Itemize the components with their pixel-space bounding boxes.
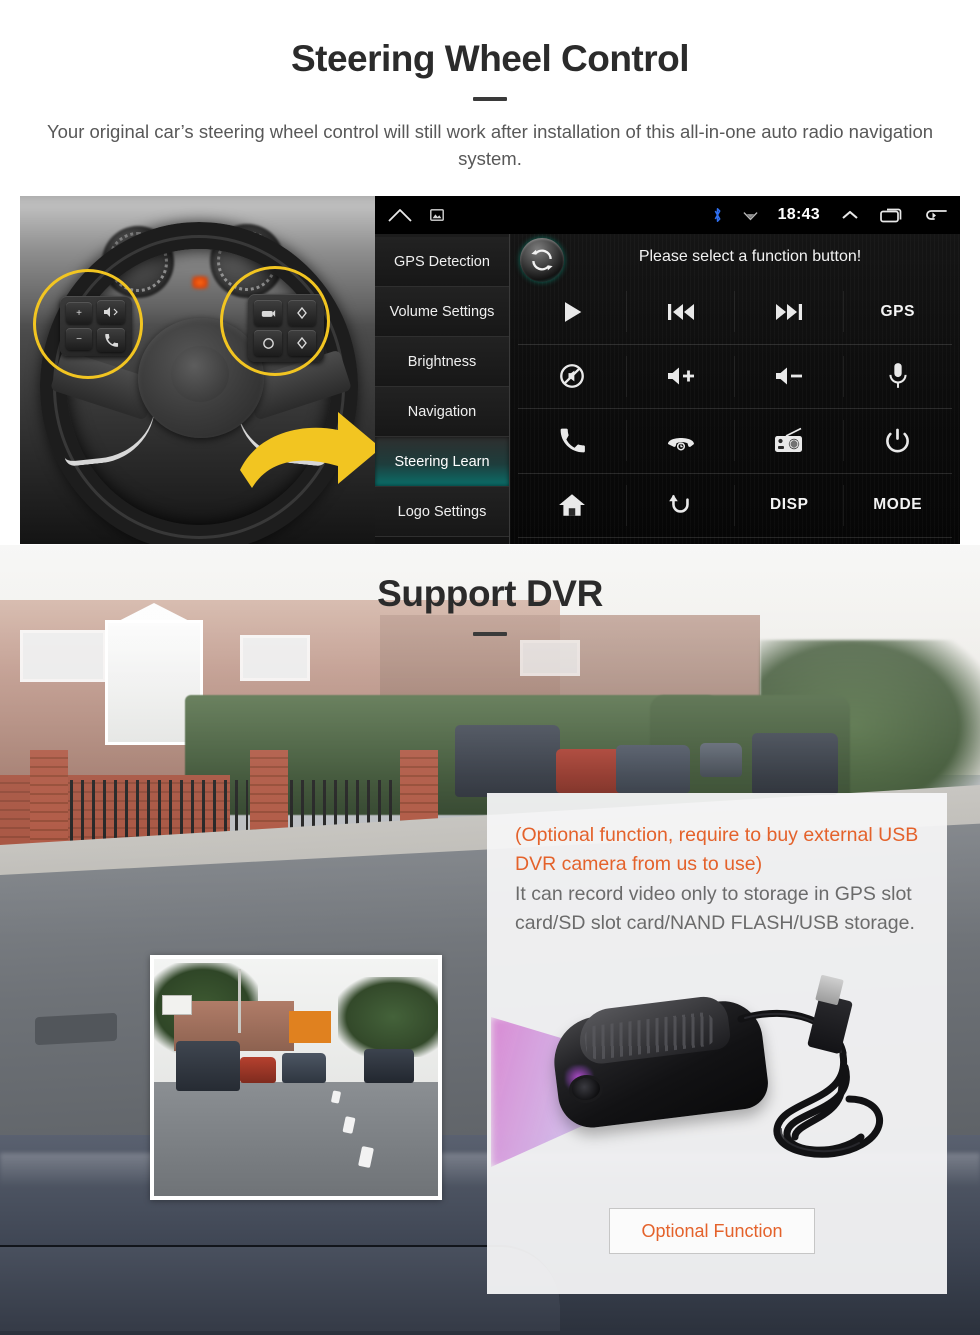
gps-label: GPS [880,302,916,320]
function-button-phone-hangup[interactable] [626,409,735,474]
steering-learn-panel: Please select a function button! GPS DIS… [510,234,960,544]
mode-label: MODE [873,496,923,514]
dashboard-lower-panel [0,1245,560,1331]
panel-prompt: Please select a function button! [638,248,862,265]
function-button-grid: GPS DISP MODE [518,280,952,538]
steering-wheel-photo: + − [20,196,375,544]
page-title: Steering Wheel Control [290,38,690,79]
scene-car-far [700,743,742,777]
preview-lamp-post [238,969,241,1033]
function-button-return[interactable] [626,474,735,538]
highlight-circle-right [220,266,330,376]
optional-function-button[interactable]: Optional Function [609,1208,815,1254]
dvr-storage-note: It can record video only to storage in G… [515,882,915,934]
panel-header: Please select a function button! [518,234,952,282]
function-button-radio[interactable] [735,409,844,474]
page-subtitle: Your original car’s steering wheel contr… [46,121,934,169]
steering-media-row: + − 18:43 GPS Detection Volume Settings … [20,196,960,544]
home-icon [559,494,586,517]
mute-icon [560,364,585,389]
recents-icon[interactable] [880,208,904,223]
back-arrow-icon[interactable] [924,208,948,223]
function-button-volume-up[interactable] [626,345,735,409]
usb-dvr-camera-image [491,974,917,1189]
sidebar-item-navigation[interactable]: Navigation [375,387,509,437]
function-button-mode[interactable]: MODE [843,474,952,538]
function-button-disp[interactable]: DISP [735,474,844,538]
microphone-icon [889,363,907,389]
scene-car-right [752,733,838,795]
play-icon [565,301,582,322]
volume-down-icon [776,367,803,385]
phone-hangup-icon [667,437,694,451]
dvr-optional-note: (Optional function, require to buy exter… [515,824,919,876]
function-button-mute[interactable] [518,345,627,409]
screenshot-icon[interactable] [430,209,444,221]
house-window-3 [520,640,580,676]
preview-car-red [240,1057,276,1083]
scene-car-grey [616,745,690,793]
function-button-next[interactable] [735,280,844,345]
volume-up-icon [667,367,694,385]
title-divider [473,97,507,101]
function-button-volume-down[interactable] [735,345,844,409]
function-button-home[interactable] [518,474,627,538]
steering-wheel-control-section: Steering Wheel Control Your original car… [0,0,980,545]
radio-icon [775,427,803,452]
highlight-circle-left [33,269,143,379]
support-dvr-section: Support DVR (Optional function, require … [0,545,980,1335]
pointing-arrow-icon [240,412,375,488]
preview-tree-right [338,977,438,1057]
next-track-icon [776,303,803,320]
sidebar-item-gps-detection[interactable]: GPS Detection [375,237,509,287]
scene-car-suv [455,725,560,797]
dvr-info-panel: (Optional function, require to buy exter… [487,793,947,1294]
function-button-previous[interactable] [626,280,735,345]
sidebar-item-logo-settings[interactable]: Logo Settings [375,487,509,537]
sync-refresh-icon[interactable] [520,238,564,282]
preview-car-grey [282,1053,326,1083]
phone-answer-icon [560,428,586,453]
dvr-recording-preview [150,955,442,1200]
preview-road-sign [162,995,192,1015]
status-bar-clock: 18:43 [777,206,820,223]
scene-manhole [35,1012,117,1046]
preview-car-suv [176,1041,240,1091]
preview-road [154,1082,438,1196]
house-window-2 [240,635,310,681]
dvr-title-divider [473,632,507,636]
function-button-gps[interactable]: GPS [843,280,952,345]
preview-car-right [364,1049,414,1083]
function-button-microphone[interactable] [843,345,952,409]
function-button-phone-answer[interactable] [518,409,627,474]
dvr-title-block: Support DVR [0,573,980,636]
function-button-power[interactable] [843,409,952,474]
scene-car-red [556,749,622,793]
previous-track-icon [667,303,694,320]
bluetooth-icon [712,207,723,223]
disp-label: DISP [769,496,809,514]
dvr-page-title: Support DVR [377,573,603,614]
power-icon [886,428,910,453]
wifi-icon [743,209,758,221]
head-unit-body: GPS Detection Volume Settings Brightness… [375,234,960,544]
return-back-icon [668,495,689,513]
function-button-play[interactable] [518,280,627,345]
sidebar-item-steering-learn[interactable]: Steering Learn [375,437,509,487]
house-window-1 [20,630,106,682]
chevron-up-icon[interactable] [840,208,860,222]
head-unit-screen: 18:43 GPS Detection Volume Settings Brig… [375,196,960,544]
android-status-bar: 18:43 [375,196,960,234]
sidebar-item-brightness[interactable]: Brightness [375,337,509,387]
sidebar-item-volume-settings[interactable]: Volume Settings [375,287,509,337]
settings-sidebar: GPS Detection Volume Settings Brightness… [375,234,510,544]
preview-orange-truck [289,1011,331,1043]
home-outline-icon[interactable] [387,208,413,223]
